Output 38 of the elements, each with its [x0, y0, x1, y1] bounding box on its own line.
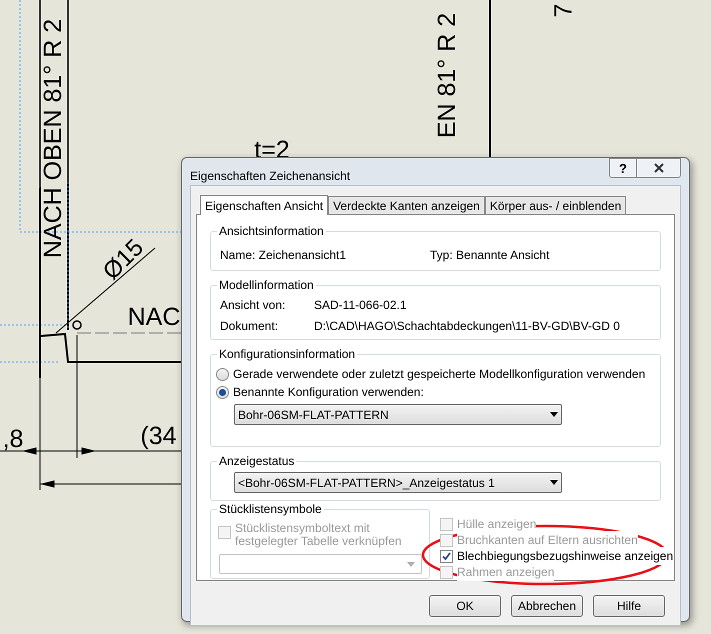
help-button[interactable]: ? — [609, 158, 637, 178]
caret-icon — [407, 562, 415, 566]
checkbox-label: Blechbiegungsbezugshinweise anzeigen — [457, 547, 674, 565]
group-title: Anzeigestatus — [217, 453, 296, 470]
tab[interactable]: Eigenschaften Ansicht — [200, 195, 328, 215]
checkbox[interactable] — [440, 550, 453, 562]
field-value: D:\CAD\HAGO\Schachtabdeckungen\11-BV-GD\BV-GD 0 — [314, 318, 620, 335]
group-title: Stücklistensymbole — [217, 501, 324, 517]
radio-button[interactable] — [216, 386, 229, 399]
radio-button[interactable] — [216, 368, 229, 381]
radio-label: Benannte Konfiguration verwenden: — [233, 384, 424, 402]
field-label: Ansicht von: — [220, 296, 286, 314]
radio-label: Gerade verwendete oder zuletzt gespeicherte Modellkonfiguration verwenden — [233, 366, 646, 384]
view-type: Typ: Benannte Ansicht — [430, 247, 550, 264]
dropdown[interactable]: Bohr-06SM-FLAT-PATTERN — [234, 404, 562, 426]
dialog-button[interactable]: OK — [429, 595, 501, 617]
close-icon — [654, 163, 664, 173]
dimension-label: ,8 — [2, 424, 24, 454]
dimension-label: NACH OBEN 81° R 2 — [38, 17, 68, 260]
checkbox-label: Stücklistensymboltext mit festgelegter Tabelle verknüpfen — [235, 522, 403, 548]
caret-icon — [550, 480, 558, 486]
field-label: Dokument: — [220, 318, 280, 335]
caret-icon — [550, 412, 558, 418]
tab[interactable]: Körper aus- / einblenden — [484, 196, 626, 214]
dimension-label: (34 — [139, 420, 178, 452]
dimension-label: 7 — [553, 2, 575, 19]
dropdown[interactable]: <Bohr-06SM-FLAT-PATTERN>_Anzeigestatus 1 — [234, 472, 562, 494]
dropdown[interactable] — [219, 554, 422, 574]
field-value: SAD-11-066-02.1 — [314, 296, 406, 314]
window-title: Eigenschaften Zeichenansicht — [190, 168, 350, 185]
dimension-label: EN 81° R 2 — [432, 11, 462, 140]
close-button[interactable] — [637, 158, 681, 178]
group-title: Konfigurationsinformation — [217, 346, 358, 362]
dialog-button[interactable]: Hilfe — [593, 595, 665, 617]
dimension-label: NAC — [127, 302, 181, 332]
tab[interactable]: Verdeckte Kanten anzeigen — [328, 196, 485, 214]
view-name: Name: Zeichenansicht1 — [220, 247, 348, 264]
dialog-button[interactable]: Abbrechen — [511, 595, 583, 617]
